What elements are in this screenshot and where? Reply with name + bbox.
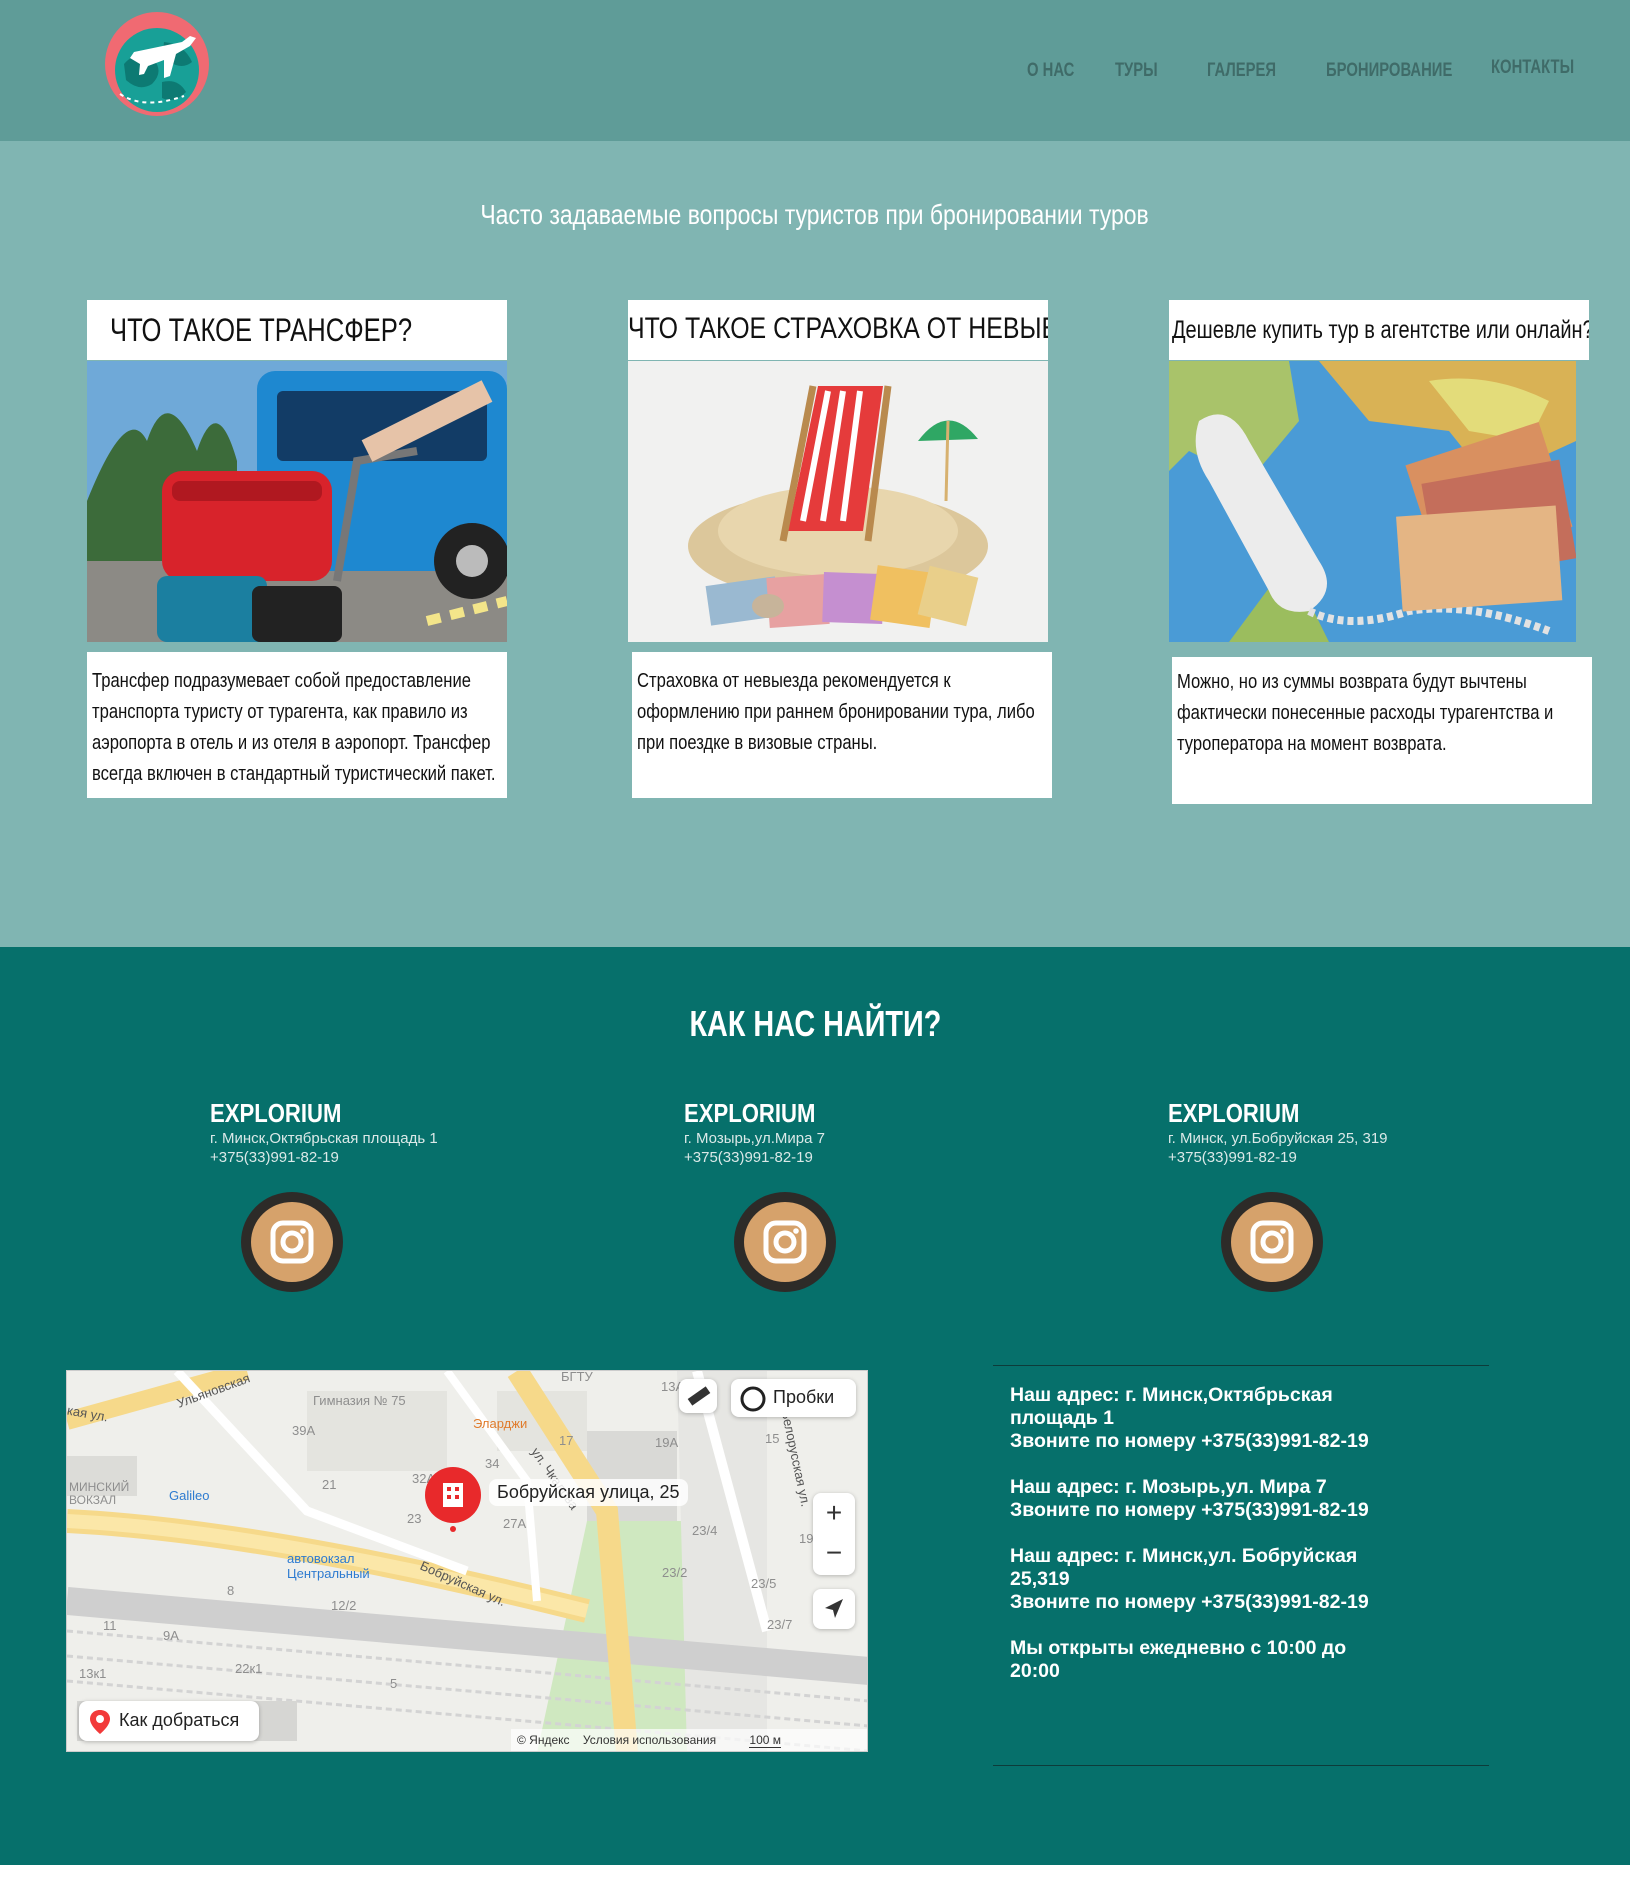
nav-item-gallery[interactable]: ГАЛЕРЕЯ [1207,60,1276,82]
faq-question-insurance: ЧТО ТАКОЕ СТРАХОВКА ОТ НЕВЫЕЗДА? [628,300,1048,360]
map-label: 21 [322,1477,337,1492]
map-terms-link[interactable]: Условия использования [583,1733,716,1747]
map-label: 19 [799,1531,814,1546]
map-label: 9А [163,1628,179,1643]
yandex-map[interactable]: Гимназия № 75 Эларджи БГТУ МИНСКИЙ ВОКЗА… [66,1370,868,1752]
zoom-control: + − [813,1493,855,1575]
phone-money-image [1169,361,1576,642]
map-scale: 100 м [749,1733,782,1748]
map-label: автовокзал Центральный [287,1551,370,1581]
address-line: Наш адрес: г. Минск,ул. Бобруйская 25,31… [1010,1545,1358,1590]
faq-answer-insurance: Страховка от невыезда рекомендуется к оф… [632,652,1052,798]
faq-answer-online: Можно, но из суммы возврата будут вычтен… [1172,657,1592,804]
find-us-title: КАК НАС НАЙТИ? [689,1003,941,1044]
map-footer: © Яндекс Условия использования 100 м [511,1729,867,1751]
location-pin-icon [90,1710,110,1734]
office-name: EXPLORIUM [210,1098,342,1128]
transfer-image [87,361,507,642]
main-nav: О НАС ТУРЫ ГАЛЕРЕЯ БРОНИРОВАНИЕ КОНТАКТЫ [0,57,1630,90]
instagram-icon [251,1202,333,1282]
instagram-button-2[interactable] [734,1192,836,1292]
map-label: 11 [103,1618,117,1633]
zoom-out-button[interactable]: − [813,1533,855,1573]
faq-question-online: Дешевле купить тур в агентстве или онлай… [1169,300,1589,360]
navigation-arrow-icon [825,1599,843,1618]
instagram-button-1[interactable] [241,1192,343,1292]
map-label: Эларджи [473,1416,528,1431]
locate-button[interactable] [813,1589,855,1629]
instagram-icon [744,1202,826,1282]
map-label: 15 [765,1431,780,1446]
phone-line[interactable]: Звоните по номеру +375(33)991-82-19 [1010,1591,1390,1614]
address-line: Наш адрес: г. Минск,Октябрьская площадь … [1010,1384,1333,1429]
office-card-minsk-1: EXPLORIUM г. Минск,Октябрьская площадь 1… [210,1098,438,1167]
map-label: 23/7 [767,1617,793,1632]
zoom-in-button[interactable]: + [813,1493,855,1533]
nav-item-about[interactable]: О НАС [1027,60,1074,82]
office-card-mozyr: EXPLORIUM г. Мозырь,ул.Мира 7 +375(33)99… [684,1098,839,1167]
address-line: Наш адрес: г. Мозырь,ул. Мира 7 [1010,1476,1327,1498]
office-phone[interactable]: +375(33)991-82-19 [1168,1148,1388,1167]
phone-line[interactable]: Звоните по номеру +375(33)991-82-19 [1010,1499,1390,1522]
address-text: Наш адрес: г. Минск,Октябрьская площадь … [1010,1384,1390,1706]
traffic-icon [740,1386,766,1412]
map-label: 8 [227,1583,235,1598]
instagram-button-3[interactable] [1221,1192,1323,1292]
map-label: 39А [292,1423,316,1438]
page-bottom-strip [0,1865,1630,1880]
instagram-icon [1231,1202,1313,1282]
nav-item-booking[interactable]: БРОНИРОВАНИЕ [1326,60,1452,82]
insurance-image [628,361,1048,642]
map-label: 19А [655,1435,679,1450]
map-label: 23 [407,1511,422,1526]
traffic-button[interactable]: Пробки [731,1379,856,1417]
map-copyright[interactable]: © Яндекс [517,1733,570,1747]
map-label: 27А [503,1516,527,1531]
map-label: 5 [390,1676,398,1691]
ruler-icon [687,1386,711,1406]
map-label: Гимназия № 75 [313,1393,406,1408]
phone-line[interactable]: Звоните по номеру +375(33)991-82-19 [1010,1430,1390,1453]
office-phone[interactable]: +375(33)991-82-19 [684,1148,839,1167]
nav-item-contacts[interactable]: КОНТАКТЫ [1491,57,1574,79]
office-address: г. Минск, ул.Бобруйская 25, 319 [1168,1130,1388,1147]
map-marker-label: Бобруйская улица, 25 [489,1479,688,1506]
map-label: 17 [559,1433,574,1448]
map-label: 23/4 [692,1523,718,1538]
faq-title: Часто задаваемые вопросы туристов при бр… [480,199,1150,230]
map-label: МИНСКИЙ ВОКЗАЛ [69,1480,130,1507]
faq-answer-transfer: Трансфер подразумевает собой предоставле… [87,652,507,798]
office-card-minsk-2: EXPLORIUM г. Минск, ул.Бобруйская 25, 31… [1168,1098,1388,1167]
office-name: EXPLORIUM [684,1098,816,1128]
map-marker-icon[interactable] [423,1467,489,1533]
map-label: 23/2 [662,1565,688,1580]
office-phone[interactable]: +375(33)991-82-19 [210,1148,438,1167]
nav-item-tours[interactable]: ТУРЫ [1115,60,1158,82]
opening-hours: Мы открыты ежедневно с 10:00 до 20:00 [1010,1637,1347,1682]
map-label: 23/5 [751,1576,777,1591]
ruler-button[interactable] [679,1379,717,1413]
map-label: 12/2 [331,1598,357,1613]
site-header: О НАС ТУРЫ ГАЛЕРЕЯ БРОНИРОВАНИЕ КОНТАКТЫ [0,0,1630,141]
map-label: 13к1 [79,1666,107,1681]
office-address: г. Мозырь,ул.Мира 7 [684,1130,825,1147]
faq-question-transfer: ЧТО ТАКОЕ ТРАНСФЕР? [87,300,507,360]
office-name: EXPLORIUM [1168,1098,1300,1128]
map-label: БГТУ [561,1370,593,1384]
office-address: г. Минск,Октябрьская площадь 1 [210,1130,438,1147]
map-label: Galileo [169,1488,210,1503]
map-label: 22к1 [235,1661,263,1676]
route-button[interactable]: Как добраться [79,1701,259,1741]
address-box: Наш адрес: г. Минск,Октябрьская площадь … [993,1365,1489,1766]
